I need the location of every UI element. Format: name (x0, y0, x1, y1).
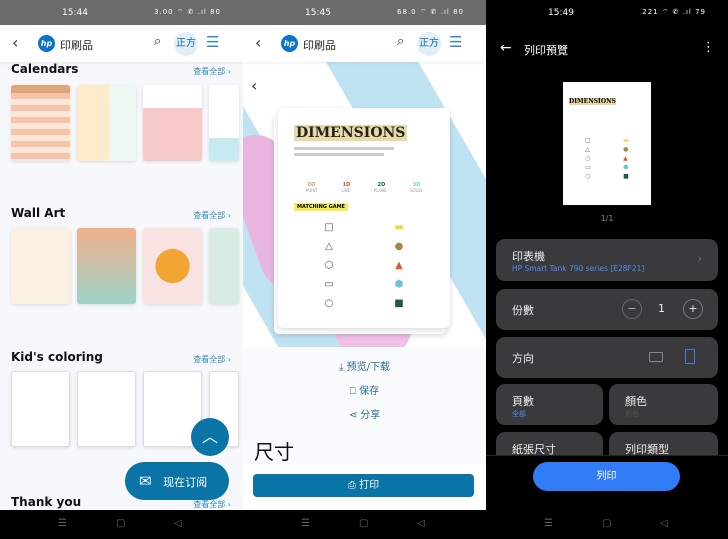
panel-print-detail: 15:45 68.0 ⌔ ✆ .ıl 80 ‹ DIMENSIONS 0D 1D 2… (243, 0, 486, 539)
subscribe-button[interactable]: ✉ 现在订阅 (125, 462, 229, 500)
format-toggle[interactable]: 正方 (174, 32, 198, 56)
status-bar: 15:49 221 ⌔ ✆ .ıl 79 (548, 8, 706, 18)
back-arrow-icon[interactable]: ← (500, 40, 512, 56)
hp-logo: hp (38, 35, 55, 52)
see-all-link[interactable]: 查看全部 › (193, 66, 231, 77)
back-icon[interactable]: ‹ (12, 33, 18, 52)
copies-value: 1 (658, 302, 665, 315)
page-thumbnail[interactable]: DIMENSIONS □ △ ○ ▭ ○ ▬ ● ▲ ⬢ ■ (563, 82, 651, 205)
scroll-top-button[interactable]: ︿ (191, 418, 229, 456)
system-nav-bar: ☰ ▢ ◁ (0, 510, 243, 539)
portrait-icon[interactable] (685, 349, 695, 364)
chevron-right-icon: › (697, 252, 702, 265)
format-toggle[interactable]: 正方 (417, 32, 441, 56)
back-nav-icon[interactable]: ◁ (417, 518, 425, 529)
chevron-up-icon: ︿ (201, 427, 218, 446)
increment-button[interactable]: + (683, 299, 703, 319)
status-bar: 15:44 3.00 ⌔ ✆ .ıl 80 (0, 0, 243, 25)
home-icon[interactable]: ▢ (359, 518, 368, 529)
back-nav-icon[interactable]: ◁ (174, 518, 182, 529)
page-title: 印刷品 (303, 39, 336, 52)
home-icon[interactable]: ▢ (602, 518, 611, 529)
section-title: Thank you (11, 495, 82, 509)
landscape-icon[interactable] (649, 352, 663, 362)
size-heading: 尺寸 (254, 440, 294, 464)
preview-download-action[interactable]: ⤓ 预览/下载 (243, 356, 486, 380)
preview-carousel[interactable]: ‹ DIMENSIONS 0D 1D 2D 3D POINT LINE PLANE SOLI… (243, 62, 486, 347)
page-title: 列印預覽 (524, 44, 568, 57)
printer-icon: ⎙ (347, 480, 356, 491)
see-all-link[interactable]: 查看全部 › (193, 210, 231, 221)
calendar-thumb[interactable] (11, 85, 70, 161)
section-title: Wall Art (11, 206, 66, 220)
carousel-prev-icon[interactable]: ‹ (251, 76, 257, 95)
decrement-button[interactable]: − (622, 299, 642, 319)
hp-logo: hp (281, 35, 298, 52)
bookmark-icon: ⎕ (349, 386, 356, 397)
share-action[interactable]: ⋖ 分享 (243, 404, 486, 428)
menu-icon[interactable]: ☰ (449, 33, 462, 51)
menu-icon[interactable]: ☰ (206, 33, 219, 51)
wall-art-row (11, 228, 239, 304)
printer-name: HP Smart Tank 790 series [E28F21] (512, 264, 645, 273)
calendar-thumb[interactable] (209, 85, 239, 161)
recents-icon[interactable]: ☰ (58, 518, 67, 529)
wall-art-thumb[interactable] (143, 228, 202, 304)
status-bar: 15:45 68.0 ⌔ ✆ .ıl 80 (243, 0, 486, 25)
mail-icon: ✉ (139, 472, 152, 490)
page-counter: 1/1 (600, 214, 614, 223)
section-title: Calendars (11, 62, 79, 76)
share-icon: ⋖ (348, 410, 358, 421)
system-nav-bar: ☰ ▢ ◁ (486, 510, 728, 539)
orientation-row: 方向 (496, 337, 718, 378)
pages-selector[interactable]: 頁數 全部 (496, 384, 603, 425)
panel-print-preview: 15:49 221 ⌔ ✆ .ıl 79 ← 列印預覽 ⋮ DIMENSIONS… (486, 0, 728, 539)
search-icon[interactable]: ⌕ (397, 34, 404, 49)
app-header: ‹ hp 印刷品 ⌕ 正方 ☰ (0, 25, 243, 62)
coloring-thumb[interactable] (11, 371, 70, 447)
recents-icon[interactable]: ☰ (544, 518, 553, 529)
calendar-thumb[interactable] (143, 85, 202, 161)
app-header: ‹ hp 印刷品 ⌕ 正方 ☰ (243, 25, 486, 62)
see-all-link[interactable]: 查看全部 › (193, 354, 231, 365)
calendar-thumb[interactable] (77, 85, 136, 161)
panel-print-catalog: 15:44 3.00 ⌔ ✆ .ıl 80 ‹ hp 印刷品 ⌕ 正方 ☰ Ca… (0, 0, 243, 539)
print-button[interactable]: 列印 (533, 462, 680, 491)
more-icon[interactable]: ⋮ (702, 40, 715, 55)
recents-icon[interactable]: ☰ (301, 518, 310, 529)
back-icon[interactable]: ‹ (255, 33, 261, 52)
search-icon[interactable]: ⌕ (154, 34, 161, 49)
see-all-link[interactable]: 查看全部 › (193, 499, 231, 510)
save-action[interactable]: ⎕ 保存 (243, 380, 486, 404)
download-icon: ⤓ (339, 362, 344, 373)
coloring-thumb[interactable] (77, 371, 136, 447)
home-icon[interactable]: ▢ (116, 518, 125, 529)
calendars-row (11, 85, 239, 161)
wall-art-thumb[interactable] (11, 228, 70, 304)
back-nav-icon[interactable]: ◁ (660, 518, 668, 529)
document-preview: DIMENSIONS 0D 1D 2D 3D POINT LINE PLANE SOLID … (278, 108, 450, 328)
page-title: 印刷品 (60, 39, 93, 52)
print-button[interactable]: ⎙ 打印 (253, 474, 474, 497)
system-nav-bar: ☰ ▢ ◁ (243, 510, 486, 539)
color-selector[interactable]: 顏色 彩色 (609, 384, 718, 425)
wall-art-thumb[interactable] (209, 228, 239, 304)
wall-art-thumb[interactable] (77, 228, 136, 304)
printer-selector[interactable]: 印表機 HP Smart Tank 790 series [E28F21] › (496, 239, 718, 281)
section-title: Kid's coloring (11, 350, 103, 364)
copies-row: 份數 − 1 + (496, 289, 718, 330)
